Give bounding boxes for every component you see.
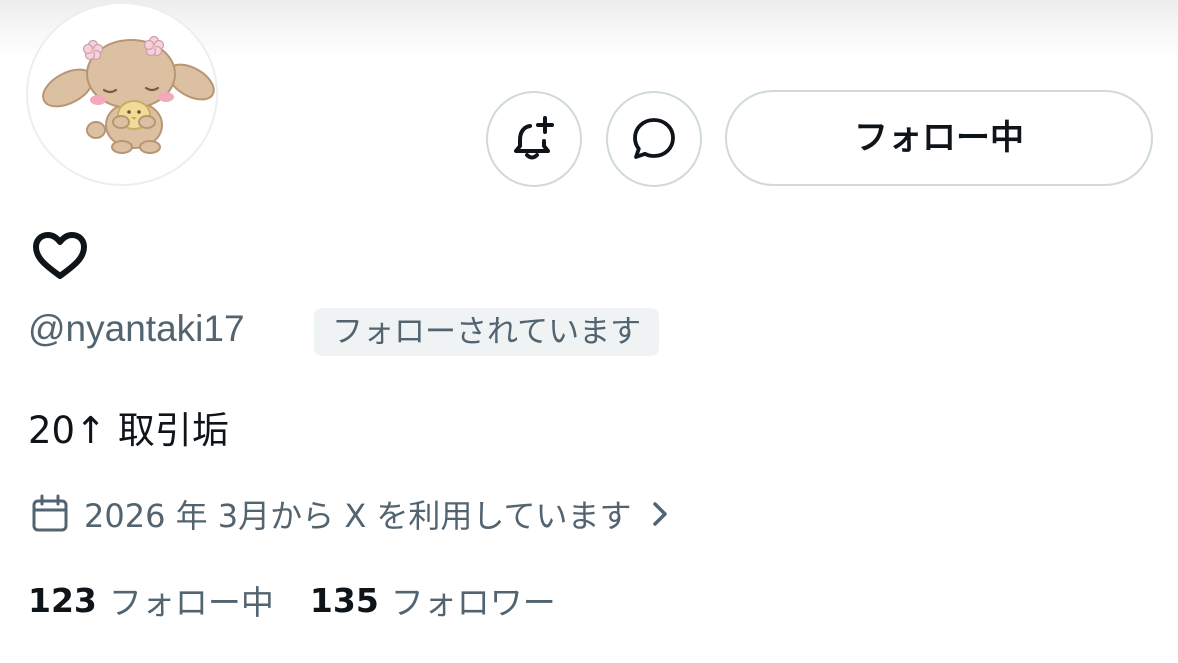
chevron-right-icon [653,502,668,526]
follow-stats: 123 フォロー中 135 フォロワー [28,572,556,628]
profile-page: フォロー中 @nyantaki17 フォローされています 20↑ 取引垢 202… [0,0,1178,663]
following-count-link[interactable]: 123 フォロー中 [28,576,274,624]
calendar-icon [32,494,68,532]
notifications-button[interactable] [486,91,582,187]
followers-count-link[interactable]: 135 フォロワー [310,576,556,624]
joined-date-text: 2026 年 3月から X を利用しています [84,497,632,535]
joined-date-link[interactable]: 2026 年 3月から X を利用しています [28,486,675,542]
message-button[interactable] [606,91,702,187]
profile-bio: 20↑ 取引垢 [28,409,229,452]
following-button[interactable]: フォロー中 [725,90,1153,186]
user-handle: @nyantaki17 [28,308,245,349]
followers-count: 135 [309,580,379,620]
following-label: フォロー中 [108,583,274,622]
bell-plus-icon [514,116,554,160]
message-bubble-icon [633,118,675,159]
follows-you-badge: フォローされています [314,308,660,356]
puppy-avatar-image [42,35,215,154]
profile-avatar[interactable] [26,2,218,186]
followers-label: フォロワー [390,583,556,622]
display-name [30,228,90,286]
following-count: 123 [28,580,97,620]
heart-outline-icon [33,232,87,279]
